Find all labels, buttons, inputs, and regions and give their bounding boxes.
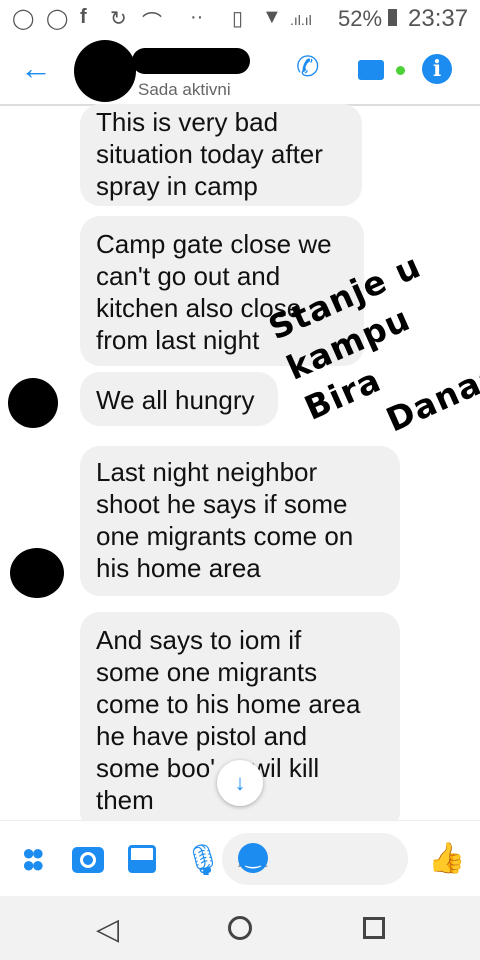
emoji-icon[interactable]: ‿ xyxy=(238,843,268,873)
viber-icon: ◯ xyxy=(46,8,69,30)
arrow-down-icon: ↓ xyxy=(234,770,246,795)
message-line: one migrants come on xyxy=(96,521,354,551)
more-apps-icon[interactable]: ●● ●● xyxy=(22,842,44,876)
whatsapp-icon: ◯ xyxy=(12,8,35,30)
message-bubble[interactable]: Last night neighbor shoot he says if som… xyxy=(80,446,400,596)
camera-icon[interactable] xyxy=(72,847,104,873)
wifi-icon: ▼ xyxy=(262,6,282,28)
sender-avatar xyxy=(8,378,58,428)
sender-avatar xyxy=(10,548,64,598)
sync-icon: ↻ xyxy=(110,8,127,30)
message-line: shoot he says if some xyxy=(96,489,348,519)
message-line: some one migrants xyxy=(96,657,318,687)
message-line: We all hungry xyxy=(96,385,255,415)
nav-home-icon[interactable] xyxy=(228,916,252,940)
android-nav-bar: ◁ xyxy=(0,896,480,960)
message-line: his home area xyxy=(96,553,261,583)
nav-recents-icon[interactable] xyxy=(363,917,385,939)
message-line: This is very bad xyxy=(96,107,279,137)
message-line: come to his home area xyxy=(96,689,361,719)
info-icon[interactable]: i xyxy=(422,54,452,84)
facebook-icon: f xyxy=(80,6,87,28)
chat-header: ← Sada aktivni ✆ i xyxy=(0,36,480,106)
battery-icon xyxy=(388,9,397,26)
message-line: Camp gate close we xyxy=(96,229,332,259)
signal-icon: .ıl.ıl xyxy=(290,12,312,28)
vibrate-icon: ▯ xyxy=(232,8,244,30)
video-call-icon[interactable] xyxy=(358,60,384,80)
scroll-down-button[interactable]: ↓ xyxy=(217,760,263,806)
composer-bar: ●●●● 🎙 Aa ‿ 👍 xyxy=(0,820,480,896)
message-line: he have pistol and xyxy=(96,721,308,751)
nav-back-icon[interactable]: ◁ xyxy=(96,912,119,947)
active-dot xyxy=(396,66,405,75)
message-bubble[interactable]: We all hungry xyxy=(80,372,278,426)
battery-percent: 52% xyxy=(338,6,383,31)
contact-avatar[interactable] xyxy=(74,40,136,102)
message-line: And says to iom if xyxy=(96,625,302,655)
microphone-icon[interactable]: 🎙 xyxy=(184,843,222,878)
clock: 23:37 xyxy=(408,5,469,32)
contact-name-redacted[interactable] xyxy=(132,48,250,74)
active-status: Sada aktivni xyxy=(138,80,231,99)
phone-icon[interactable]: ✆ xyxy=(296,50,319,83)
message-input[interactable]: Aa ‿ xyxy=(222,833,408,885)
more-icon: ·· xyxy=(190,6,204,28)
status-bar: ◯ ◯ f ↻ ⌒ ·· ▯ ▼ .ıl.ıl 52% 23:37 xyxy=(0,0,480,36)
message-line: spray in camp xyxy=(96,171,258,201)
message-line: situation today after xyxy=(96,139,323,169)
back-arrow-icon[interactable]: ← xyxy=(20,50,52,87)
message-bubble[interactable]: This is very bad situation today after s… xyxy=(80,104,362,206)
thumbs-up-icon[interactable]: 👍 xyxy=(428,841,465,876)
missed-call-icon: ⌒ xyxy=(142,12,162,34)
gallery-icon[interactable] xyxy=(128,845,156,873)
